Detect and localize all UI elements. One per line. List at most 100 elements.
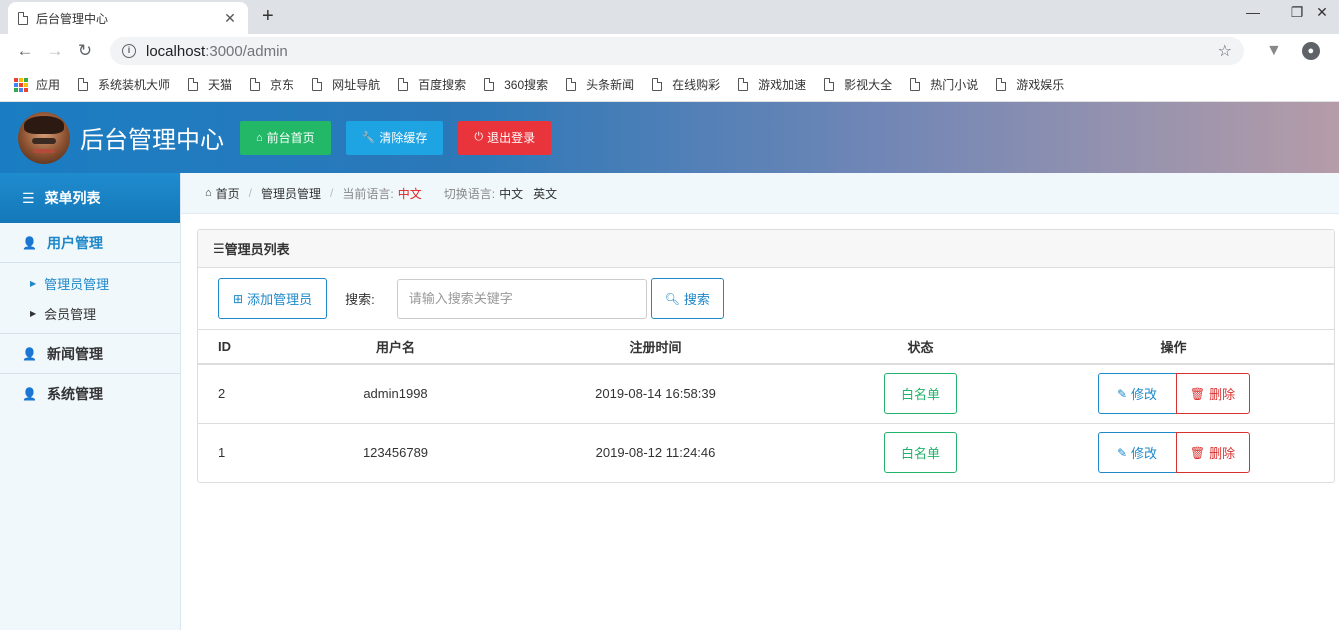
cell-id: 2 [198, 364, 308, 424]
forward-icon[interactable]: → [40, 41, 70, 61]
bookmark-label: 在线购彩 [672, 78, 721, 92]
page-icon [824, 78, 835, 91]
avatar [18, 111, 70, 164]
bookmark-label: 京东 [270, 78, 295, 92]
status-button[interactable]: 白名单 [884, 432, 957, 474]
extension-icon[interactable]: ▼ [1266, 42, 1282, 60]
url-host: localhost [146, 42, 206, 60]
bookmark-item[interactable]: 在线购彩 [652, 76, 720, 93]
button-label: 退出登录 [487, 131, 536, 145]
sidebar-item-system-management[interactable]: 👤 系统管理 [0, 374, 180, 414]
bookmark-item[interactable]: 京东 [250, 76, 294, 93]
language-option-chinese[interactable]: 中文 [499, 185, 523, 202]
bookmark-label: 热门小说 [930, 78, 979, 92]
cell-time: 2019-08-12 11:24:46 [595, 445, 716, 461]
admin-table: ID 用户名 注册时间 状态 操作 2 admin1998 2019-08-14… [198, 330, 1334, 482]
browser-tab[interactable]: 后台管理中心 ✕ [8, 2, 248, 34]
sidebar-subitem-member-management[interactable]: ▶ 会员管理 [0, 298, 180, 328]
page-icon [652, 78, 663, 91]
bookmark-item[interactable]: 百度搜索 [398, 76, 466, 93]
bookmark-item[interactable]: 360搜索 [484, 76, 548, 93]
switch-language-label: 切换语言: [443, 186, 496, 201]
search-label: 搜索: [345, 292, 375, 307]
button-label: 添加管理员 [247, 292, 313, 307]
browser-tabbar: 后台管理中心 ✕ + — ❐ ✕ [0, 0, 1339, 34]
bookmark-item[interactable]: 影视大全 [824, 76, 892, 93]
profile-icon[interactable]: ● [1301, 42, 1320, 60]
status-button[interactable]: 白名单 [884, 373, 957, 415]
sidebar-item-user-management[interactable]: 👤 用户管理 [0, 223, 180, 263]
button-label: 删除 [1209, 387, 1236, 403]
search-button[interactable]: 🔍︎ 搜索 [650, 278, 724, 319]
sidebar-subitem-admin-management[interactable]: ▶ 管理员管理 [0, 268, 180, 298]
bookmark-label: 360搜索 [504, 78, 549, 92]
bookmark-item[interactable]: 头条新闻 [566, 76, 634, 93]
column-header-time: 注册时间 [483, 330, 828, 365]
breadcrumb-home[interactable]: 首页 [216, 185, 240, 202]
cell-id: 1 [218, 445, 226, 461]
power-icon: ⏻ [474, 131, 484, 143]
page-icon [250, 78, 261, 91]
bookmark-label: 应用 [36, 78, 61, 92]
plus-square-icon: ⊞ [233, 291, 244, 306]
table-row: 2 admin1998 2019-08-14 16:58:39 白名单 ✎ 修改 [198, 364, 1334, 424]
bookmark-label: 系统装机大师 [98, 78, 171, 92]
clear-cache-button[interactable]: 🔧 清除缓存 [345, 120, 444, 155]
bookmark-item[interactable]: 游戏加速 [738, 76, 806, 93]
url-field[interactable]: i localhost :3000/admin ☆ [110, 37, 1244, 65]
bookmark-label: 游戏娱乐 [1016, 78, 1065, 92]
current-language-label: 当前语言: [342, 186, 394, 201]
bookmark-item[interactable]: 系统装机大师 [78, 76, 170, 93]
sidebar-heading: ☰ 菜单列表 [0, 173, 180, 223]
button-label: 清除缓存 [379, 131, 428, 145]
bookmark-item[interactable]: 热门小说 [910, 76, 978, 93]
user-icon: 👤 [22, 346, 37, 361]
page-icon [398, 78, 409, 91]
bookmark-item[interactable]: 天猫 [188, 76, 232, 93]
sidebar-subitem-label: 管理员管理 [44, 276, 110, 292]
breadcrumb: ⌂ 首页 / 管理员管理 / 当前语言: 中文 切换语言: 中文 英文 [181, 173, 1339, 214]
sidebar-item-label: 系统管理 [46, 386, 103, 402]
new-tab-icon[interactable]: + [262, 5, 274, 28]
logout-button[interactable]: ⏻ 退出登录 [458, 120, 552, 155]
close-window-icon[interactable]: ✕ [1312, 4, 1332, 21]
page-icon [78, 78, 89, 91]
delete-button[interactable]: 🗑︎ 删除 [1175, 432, 1250, 474]
page-icon [188, 78, 199, 91]
minimize-icon[interactable]: — [1243, 4, 1263, 20]
bookmark-star-icon[interactable]: ☆ [1218, 41, 1232, 61]
bookmark-label: 头条新闻 [586, 78, 635, 92]
user-icon: 👤 [22, 387, 37, 401]
edit-button[interactable]: ✎ 修改 [1097, 373, 1177, 415]
sidebar-heading-label: 菜单列表 [44, 190, 101, 206]
search-input[interactable] [396, 278, 647, 319]
tab-title: 后台管理中心 [36, 11, 109, 26]
add-admin-button[interactable]: ⊞ 添加管理员 [218, 278, 328, 319]
app-title: 后台管理中心 [80, 127, 224, 154]
back-icon[interactable]: ← [10, 41, 40, 61]
language-option-english[interactable]: 英文 [533, 185, 557, 202]
page-icon [312, 78, 323, 91]
reload-icon[interactable]: ↻ [70, 41, 100, 61]
frontend-home-button[interactable]: ⌂ 前台首页 [240, 120, 331, 155]
app-header: 后台管理中心 ⌂ 前台首页 🔧 清除缓存 ⏻ 退出登录 [0, 102, 1339, 173]
bookmark-item[interactable]: 游戏娱乐 [996, 76, 1064, 93]
restore-icon[interactable]: ❐ [1287, 4, 1307, 21]
edit-icon: ✎ [1116, 445, 1128, 460]
bookmark-label: 影视大全 [844, 78, 893, 92]
info-icon[interactable]: i [122, 44, 136, 58]
delete-button[interactable]: 🗑︎ 删除 [1175, 373, 1250, 415]
sidebar-item-news-management[interactable]: 👤 新闻管理 [0, 334, 180, 374]
breadcrumb-section[interactable]: 管理员管理 [261, 185, 321, 202]
cell-time: 2019-08-14 16:58:39 [483, 364, 828, 424]
breadcrumb-separator: / [330, 186, 334, 200]
bookmark-apps[interactable]: 应用 [14, 76, 60, 93]
bookmark-label: 网址导航 [332, 78, 381, 92]
column-header-username: 用户名 [308, 330, 483, 365]
close-tab-icon[interactable]: ✕ [222, 10, 238, 27]
edit-button[interactable]: ✎ 修改 [1097, 432, 1177, 474]
search-icon: 🔍︎ [664, 291, 680, 306]
bookmark-label: 天猫 [208, 78, 233, 92]
button-label: 修改 [1131, 446, 1158, 462]
bookmark-item[interactable]: 网址导航 [312, 76, 380, 93]
